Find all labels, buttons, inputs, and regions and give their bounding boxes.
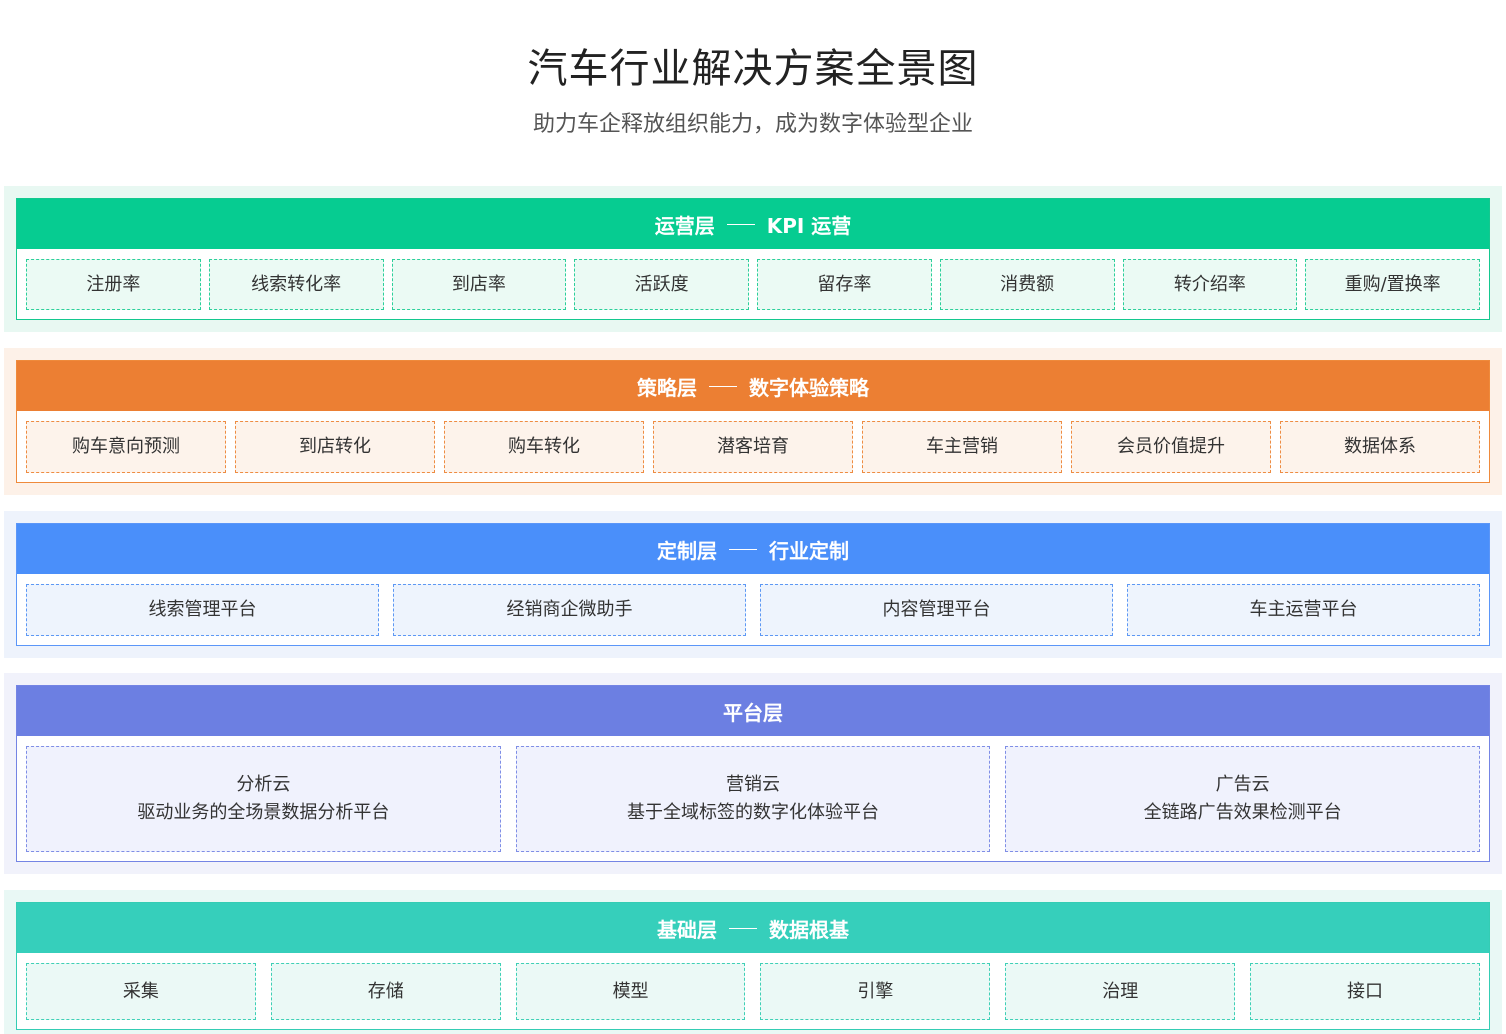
strategy-layer: 策略层 数字体验策略 购车意向预测 到店转化 购车转化 潜客培育 车主营销 会员… xyxy=(4,348,1502,495)
header-dash xyxy=(729,927,757,929)
platform-item-desc: 全链路广告效果检测平台 xyxy=(1143,802,1342,823)
strategy-item: 购车转化 xyxy=(444,421,644,473)
custom-item: 线索管理平台 xyxy=(26,584,379,636)
base-items: 采集 存储 模型 引擎 治理 接口 xyxy=(17,953,1489,1029)
custom-item: 内容管理平台 xyxy=(760,584,1113,636)
platform-layer-header: 平台层 xyxy=(17,686,1489,736)
platform-item-name: 营销云 xyxy=(726,774,780,795)
platform-item-marketing-cloud: 营销云 基于全域标签的数字化体验平台 xyxy=(515,746,991,852)
platform-item-desc: 驱动业务的全场景数据分析平台 xyxy=(137,802,390,823)
base-layer-panel: 基础层 数据根基 采集 存储 模型 引擎 治理 接口 xyxy=(16,902,1490,1030)
strategy-layer-panel: 策略层 数字体验策略 购车意向预测 到店转化 购车转化 潜客培育 车主营销 会员… xyxy=(16,360,1490,483)
operations-items: 注册率 线索转化率 到店率 活跃度 留存率 消费额 转介绍率 重购/置换率 xyxy=(17,249,1489,319)
custom-item: 车主运营平台 xyxy=(1127,584,1480,636)
strategy-item: 购车意向预测 xyxy=(26,421,226,473)
operations-layer-name: 运营层 xyxy=(654,213,715,238)
base-item: 模型 xyxy=(515,963,746,1020)
operations-item: 留存率 xyxy=(757,259,932,310)
header-dash xyxy=(726,223,755,225)
strategy-layer-name: 策略层 xyxy=(637,375,697,400)
operations-layer-header: 运营层 KPI 运营 xyxy=(17,199,1489,249)
operations-layer: 运营层 KPI 运营 注册率 线索转化率 到店率 活跃度 留存率 消费额 转介绍… xyxy=(4,186,1502,332)
platform-item-ad-cloud: 广告云 全链路广告效果检测平台 xyxy=(1005,746,1481,852)
platform-item-name: 分析云 xyxy=(236,774,291,795)
base-layer-header: 基础层 数据根基 xyxy=(17,903,1489,953)
base-layer-name: 基础层 xyxy=(657,917,717,942)
page-title: 汽车行业解决方案全景图 xyxy=(527,46,979,92)
operations-item: 转介绍率 xyxy=(1122,259,1298,310)
operations-item: 重购/置换率 xyxy=(1305,259,1480,310)
custom-layer-desc: 行业定制 xyxy=(769,538,849,563)
base-item: 接口 xyxy=(1250,963,1480,1020)
header-dash xyxy=(729,548,757,550)
header-dash xyxy=(709,385,737,387)
base-item: 采集 xyxy=(26,963,256,1020)
operations-layer-panel: 运营层 KPI 运营 注册率 线索转化率 到店率 活跃度 留存率 消费额 转介绍… xyxy=(16,198,1490,320)
strategy-item: 到店转化 xyxy=(235,421,435,473)
platform-layer: 平台层 分析云 驱动业务的全场景数据分析平台 营销云 基于全域标签的数字化体验平… xyxy=(4,673,1502,874)
base-item: 存储 xyxy=(270,963,501,1020)
strategy-layer-desc: 数字体验策略 xyxy=(749,375,869,400)
strategy-item: 会员价值提升 xyxy=(1071,421,1271,473)
custom-layer: 定制层 行业定制 线索管理平台 经销商企微助手 内容管理平台 车主运营平台 xyxy=(4,511,1502,658)
operations-item: 到店率 xyxy=(391,259,567,310)
custom-items: 线索管理平台 经销商企微助手 内容管理平台 车主运营平台 xyxy=(17,574,1489,645)
platform-item-desc: 基于全域标签的数字化体验平台 xyxy=(627,802,879,823)
base-layer: 基础层 数据根基 采集 存储 模型 引擎 治理 接口 xyxy=(4,890,1502,1034)
strategy-layer-header: 策略层 数字体验策略 xyxy=(17,361,1489,411)
custom-layer-panel: 定制层 行业定制 线索管理平台 经销商企微助手 内容管理平台 车主运营平台 xyxy=(16,523,1490,646)
platform-items: 分析云 驱动业务的全场景数据分析平台 营销云 基于全域标签的数字化体验平台 广告… xyxy=(17,736,1489,861)
platform-item-name: 广告云 xyxy=(1215,774,1270,795)
base-item: 治理 xyxy=(1005,963,1236,1020)
operations-item: 消费额 xyxy=(939,259,1115,310)
operations-layer-desc: KPI 运营 xyxy=(766,213,852,238)
platform-item-analytics-cloud: 分析云 驱动业务的全场景数据分析平台 xyxy=(26,746,501,852)
base-layer-desc: 数据根基 xyxy=(769,917,849,942)
operations-item: 注册率 xyxy=(26,259,201,310)
custom-layer-header: 定制层 行业定制 xyxy=(17,524,1489,574)
platform-layer-panel: 平台层 分析云 驱动业务的全场景数据分析平台 营销云 基于全域标签的数字化体验平… xyxy=(16,685,1490,862)
custom-item: 经销商企微助手 xyxy=(393,584,746,636)
strategy-items: 购车意向预测 到店转化 购车转化 潜客培育 车主营销 会员价值提升 数据体系 xyxy=(17,411,1489,482)
operations-item: 活跃度 xyxy=(574,259,749,310)
page-subtitle: 助力车企释放组织能力，成为数字体验型企业 xyxy=(532,112,973,137)
strategy-item: 潜客培育 xyxy=(653,421,853,473)
platform-layer-name: 平台层 xyxy=(723,700,783,725)
strategy-item: 数据体系 xyxy=(1280,421,1480,473)
custom-layer-name: 定制层 xyxy=(657,538,717,563)
strategy-item: 车主营销 xyxy=(862,421,1062,473)
base-item: 引擎 xyxy=(760,963,991,1020)
operations-item: 线索转化率 xyxy=(208,259,384,310)
